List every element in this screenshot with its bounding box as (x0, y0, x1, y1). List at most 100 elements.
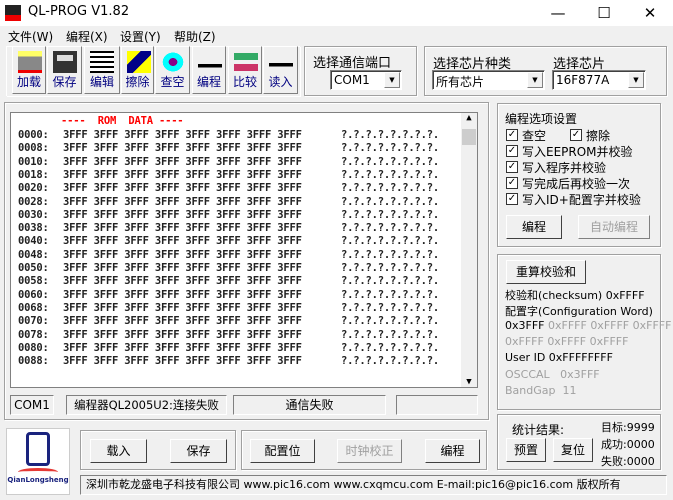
rom-hex: 3FFF 3FFF 3FFF 3FFF 3FFF 3FFF 3FFF 3FFF (63, 275, 302, 288)
rom-address: 0020: (18, 182, 49, 195)
rom-ascii: ?.?.?.?.?.?.?.?. (341, 208, 439, 221)
rom-ascii: ?.?.?.?.?.?.?.?. (341, 142, 439, 155)
erase-button[interactable]: 擦除 (121, 46, 154, 94)
rom-hex: 3FFF 3FFF 3FFF 3FFF 3FFF 3FFF 3FFF 3FFF (63, 328, 302, 341)
menu-file[interactable]: 文件(W) (8, 28, 53, 45)
scroll-down-icon[interactable]: ▼ (461, 377, 477, 387)
reset-button[interactable]: 复位 (553, 438, 593, 462)
preset-button[interactable]: 预置 (506, 438, 546, 462)
rom-address: 0050: (18, 262, 49, 274)
bottom-program-button[interactable]: 编程 (425, 439, 480, 463)
rom-hex: 3FFF 3FFF 3FFF 3FFF 3FFF 3FFF 3FFF 3FFF (63, 341, 302, 354)
rom-ascii: ?.?.?.?.?.?.?.?. (341, 315, 439, 328)
bottom-load-button[interactable]: 载入 (90, 439, 147, 463)
maximize-button[interactable]: ☐ (581, 0, 627, 26)
read-button[interactable]: 读入 (263, 46, 298, 94)
blank-check-button[interactable]: 查空 (155, 46, 190, 94)
chip-type-select[interactable]: 所有芯片 ▼ (432, 70, 545, 90)
rom-address: 0048: (18, 248, 49, 261)
rom-address: 0010: (18, 155, 49, 168)
company-logo: QianLongsheng (6, 428, 70, 495)
rom-hex: 3FFF 3FFF 3FFF 3FFF 3FFF 3FFF 3FFF 3FFF (63, 168, 302, 181)
stats-success: 成功:0000 (601, 438, 655, 451)
config-bits-button[interactable]: 配置位 (250, 439, 315, 463)
scroll-up-icon[interactable]: ▲ (461, 113, 477, 129)
vertical-scrollbar[interactable]: ▲ ▼ (461, 113, 477, 387)
config-word-label: 配置字(Configuration Word) (505, 305, 653, 318)
port-value: COM1 (334, 73, 370, 87)
options-title: 编程选项设置 (505, 112, 578, 126)
chip-value: 16F877A (556, 73, 610, 87)
rom-ascii: ?.?.?.?.?.?.?.?. (341, 155, 439, 168)
save-button[interactable]: 保存 (47, 46, 82, 94)
program-verify-checkbox[interactable]: ✓ (506, 161, 518, 173)
chevron-down-icon[interactable]: ▼ (384, 72, 400, 88)
id-config-checkbox[interactable]: ✓ (506, 193, 518, 205)
rom-hex: 3FFF 3FFF 3FFF 3FFF 3FFF 3FFF 3FFF 3FFF (63, 129, 302, 141)
auto-program-button[interactable]: 自动编程 (578, 215, 650, 239)
rom-ascii: ?.?.?.?.?.?.?.?. (341, 301, 439, 314)
logo-text: QianLongsheng (7, 476, 69, 484)
rom-hex: 3FFF 3FFF 3FFF 3FFF 3FFF 3FFF 3FFF 3FFF (63, 355, 302, 368)
clock-calibrate-button[interactable]: 时钟校正 (337, 439, 402, 463)
scroll-thumb[interactable] (462, 129, 476, 145)
eeprom-checkbox[interactable]: ✓ (506, 145, 518, 157)
chip-select[interactable]: 16F877A ▼ (552, 70, 646, 90)
chevron-down-icon[interactable]: ▼ (628, 72, 644, 88)
port-label: 选择通信端口 (313, 56, 392, 71)
rom-hex: 3FFF 3FFF 3FFF 3FFF 3FFF 3FFF 3FFF 3FFF (63, 208, 302, 221)
rom-hex: 3FFF 3FFF 3FFF 3FFF 3FFF 3FFF 3FFF 3FFF (63, 235, 302, 248)
rom-hex: 3FFF 3FFF 3FFF 3FFF 3FFF 3FFF 3FFF 3FFF (63, 301, 302, 314)
menu-settings[interactable]: 设置(Y) (120, 28, 161, 45)
chip-group: 选择芯片种类 所有芯片 ▼ 选择芯片 16F877A ▼ (424, 46, 667, 96)
bottom-save-button[interactable]: 保存 (170, 439, 227, 463)
rom-data-view[interactable]: ---- ROM DATA ---- 0000: 3FFF 3FFF 3FFF 3… (10, 112, 478, 388)
rom-address: 0038: (18, 222, 49, 235)
rom-hex: 3FFF 3FFF 3FFF 3FFF 3FFF 3FFF 3FFF 3FFF (63, 288, 302, 301)
port-select[interactable]: COM1 ▼ (330, 70, 402, 90)
blank-checkbox[interactable]: ✓ (506, 129, 518, 141)
rom-ascii: ?.?.?.?.?.?.?.?. (341, 248, 439, 261)
window-title: QL-PROG V1.82 (28, 4, 130, 19)
bandgap: BandGap 11 (505, 384, 577, 397)
user-id: User ID 0xFFFFFFFF (505, 351, 613, 364)
reverify-label: 写完成后再校验一次 (522, 177, 631, 191)
rom-address: 0028: (18, 195, 49, 208)
rom-address: 0078: (18, 328, 49, 341)
recalc-checksum-button[interactable]: 重算校验和 (506, 260, 586, 284)
checksum-value: 校验和(checksum) 0xFFFF (505, 289, 645, 302)
erase-label: 擦除 (586, 129, 611, 143)
edit-icon (90, 51, 114, 73)
chevron-down-icon[interactable]: ▼ (527, 72, 543, 88)
load-button[interactable]: 加载 (12, 46, 46, 94)
eeprom-label: 写入EEPROM并校验 (522, 145, 633, 159)
read-icon (269, 51, 293, 73)
edit-button[interactable]: 编辑 (84, 46, 120, 94)
erase-checkbox[interactable]: ✓ (570, 129, 582, 141)
open-folder-icon (18, 51, 42, 73)
minimize-button[interactable]: — (535, 0, 581, 26)
title-bar: QL-PROG V1.82 — ☐ ✕ (0, 0, 673, 26)
close-button[interactable]: ✕ (627, 0, 673, 26)
reverify-checkbox[interactable]: ✓ (506, 177, 518, 189)
stats-panel: 统计结果: 目标:9999 成功:0000 失败:0000 预置 复位 (497, 414, 661, 470)
menu-program[interactable]: 编程(X) (66, 28, 108, 45)
floppy-disk-icon (53, 51, 77, 73)
compare-button[interactable]: 比较 (228, 46, 262, 94)
menu-help[interactable]: 帮助(Z) (174, 28, 216, 45)
id-config-label: 写入ID+配置字并校验 (522, 193, 641, 207)
rom-ascii: ?.?.?.?.?.?.?.?. (341, 235, 439, 248)
rom-header: ---- ROM DATA ---- (61, 115, 184, 127)
erase-icon (127, 51, 151, 73)
rom-address: 0030: (18, 208, 49, 221)
compare-icon (234, 51, 258, 73)
rom-address: 0070: (18, 315, 49, 328)
rom-ascii: ?.?.?.?.?.?.?.?. (341, 168, 439, 181)
options-program-button[interactable]: 编程 (506, 215, 562, 239)
status-comm: 通信失败 (233, 395, 386, 415)
program-button[interactable]: 编程 (192, 46, 226, 94)
blank-label: 查空 (522, 129, 547, 143)
rom-address: 0058: (18, 275, 49, 288)
rom-ascii: ?.?.?.?.?.?.?.?. (341, 195, 439, 208)
osccal: OSCCAL 0x3FFF (505, 368, 600, 381)
